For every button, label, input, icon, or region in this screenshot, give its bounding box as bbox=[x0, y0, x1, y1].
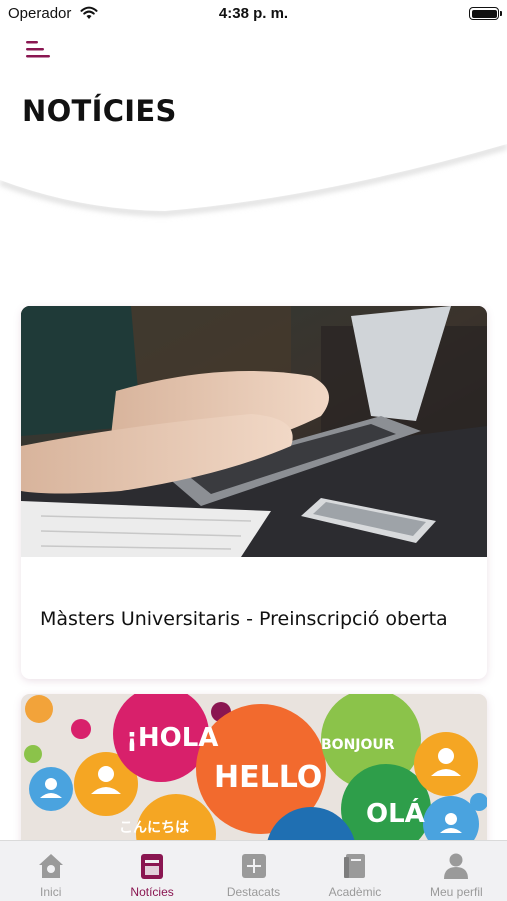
tab-bar: Inici Notícies Destacats Acadèmic Meu pe… bbox=[0, 840, 507, 901]
news-image: ¡HOLA HELLO BONJOUR OLÁ こんにちは bbox=[21, 694, 487, 854]
home-icon bbox=[38, 854, 63, 878]
news-icon bbox=[141, 854, 164, 879]
tab-label: Acadèmic bbox=[328, 885, 382, 899]
tab-meu-perfil[interactable]: Meu perfil bbox=[406, 841, 507, 901]
laptop-typing-photo bbox=[21, 306, 487, 557]
bubble-text-bonjour: BONJOUR bbox=[321, 737, 395, 753]
bubble-text-konnichiwa: こんにちは bbox=[119, 820, 189, 836]
bubble-text-ola: OLÁ bbox=[366, 797, 425, 829]
tab-destacats[interactable]: Destacats bbox=[203, 841, 304, 901]
languages-bubbles-photo: ¡HOLA HELLO BONJOUR OLÁ こんにちは bbox=[21, 694, 487, 854]
news-card[interactable]: Màsters Universitaris - Preinscripció ob… bbox=[21, 306, 487, 679]
tab-inici[interactable]: Inici bbox=[0, 841, 101, 901]
bubble-text-hello: HELLO bbox=[214, 760, 322, 795]
user-icon bbox=[444, 853, 469, 879]
plus-box-icon bbox=[241, 854, 266, 878]
header-wave-divider bbox=[0, 130, 507, 216]
tab-noticies[interactable]: Notícies bbox=[101, 841, 202, 901]
battery-icon bbox=[469, 7, 502, 20]
tab-label: Notícies bbox=[130, 885, 174, 899]
status-bar: Operador 4:38 p. m. bbox=[0, 0, 507, 28]
status-time: 4:38 p. m. bbox=[218, 5, 289, 22]
book-icon bbox=[343, 854, 365, 878]
page-title: NOTÍCIES bbox=[22, 94, 177, 128]
tab-label: Meu perfil bbox=[429, 885, 483, 899]
news-image bbox=[21, 306, 487, 557]
tab-label: Destacats bbox=[226, 885, 281, 899]
bubble-text-hola: ¡HOLA bbox=[126, 723, 218, 753]
menu-button[interactable] bbox=[20, 36, 54, 66]
tab-academic[interactable]: Acadèmic bbox=[304, 841, 405, 901]
tab-label: Inici bbox=[40, 885, 62, 899]
news-title: Màsters Universitaris - Preinscripció ob… bbox=[40, 608, 448, 630]
news-card[interactable]: ¡HOLA HELLO BONJOUR OLÁ こんにちは bbox=[21, 694, 487, 854]
hamburger-menu-icon bbox=[26, 41, 50, 58]
